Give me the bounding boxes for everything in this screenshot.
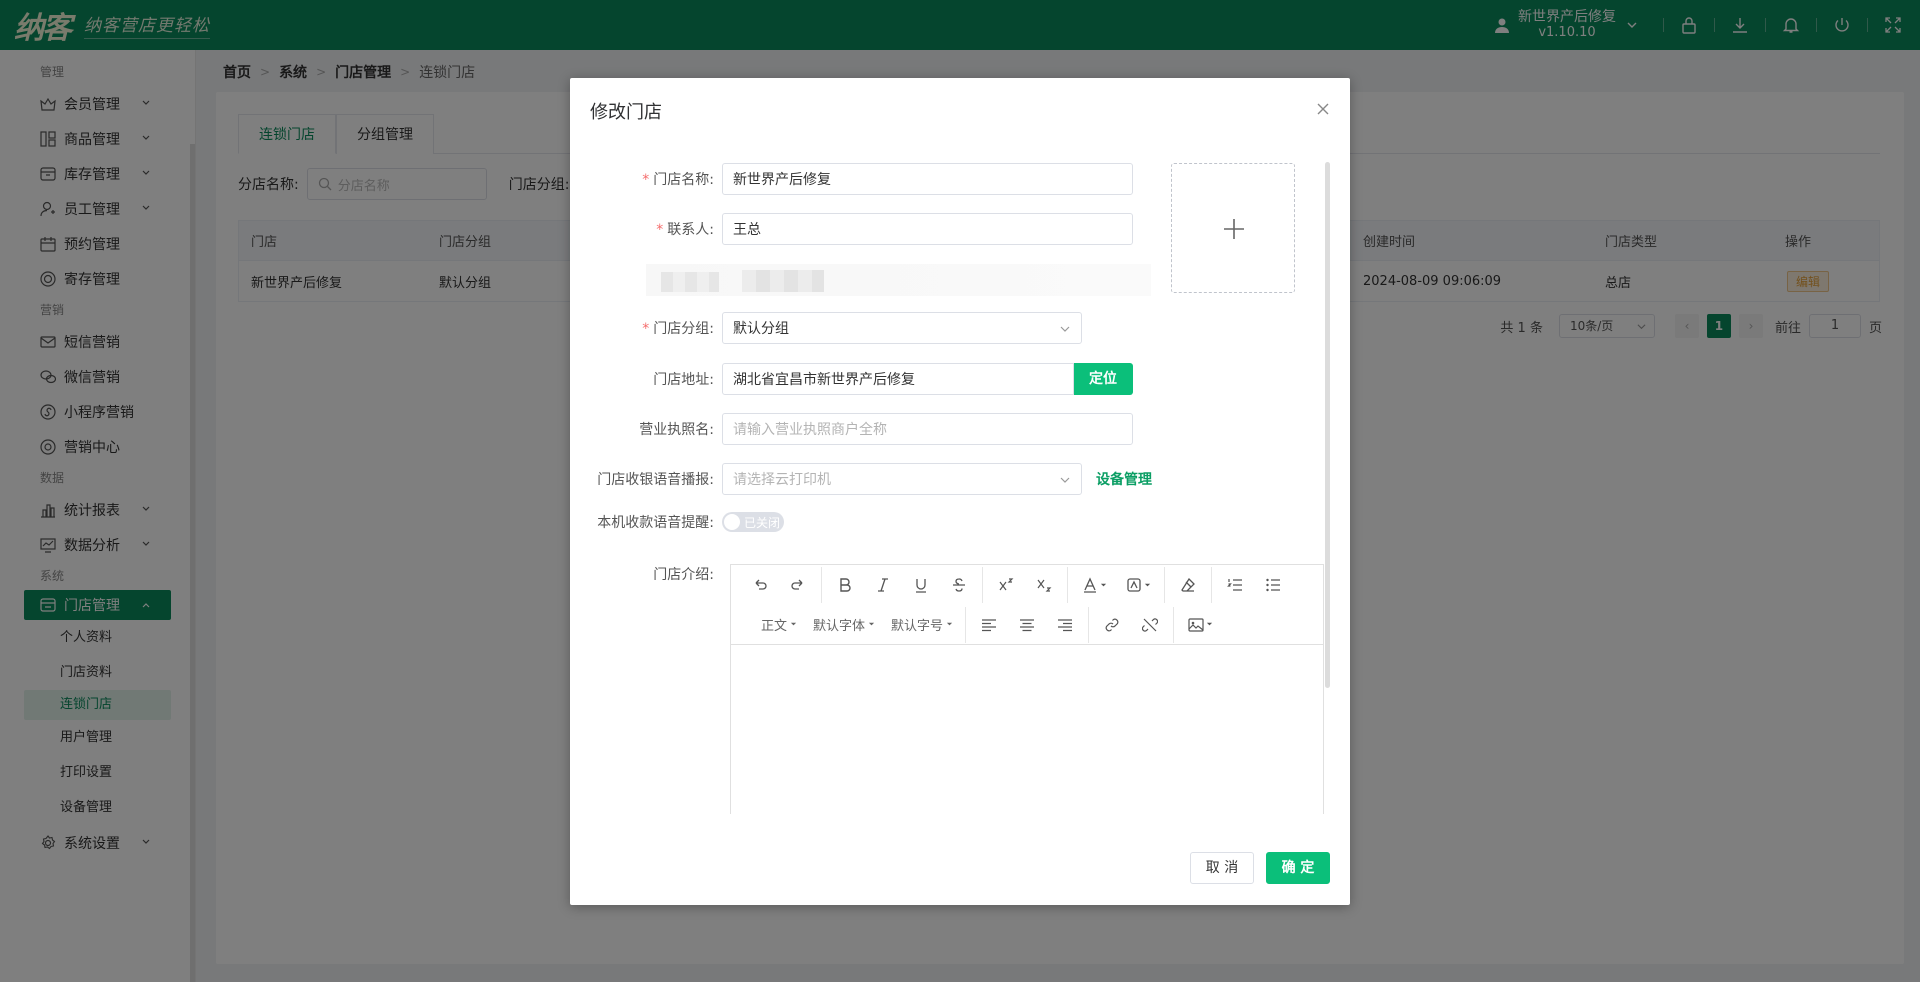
cancel-button[interactable]: 取 消 — [1190, 852, 1254, 884]
align-right-icon[interactable] — [1046, 613, 1084, 637]
font-color-icon[interactable] — [1072, 573, 1116, 597]
font-size-select[interactable]: 默认字号 — [883, 615, 961, 634]
voice-broadcast-label: 门店收银语音播报: — [597, 472, 714, 488]
bold-icon[interactable] — [826, 573, 864, 597]
local-voice-label: 本机收款语音提醒: — [597, 515, 714, 531]
rich-text-editor: 正文 默认字体 默认字号 — [730, 564, 1324, 814]
chevron-down-icon — [1060, 326, 1070, 332]
confirm-button[interactable]: 确 定 — [1266, 852, 1330, 884]
store-name-input[interactable]: 新世界产后修复 — [722, 163, 1133, 195]
bullet-list-icon[interactable] — [1254, 573, 1292, 597]
store-group-label: * 门店分组: — [642, 321, 714, 337]
undo-icon[interactable] — [741, 573, 779, 597]
device-management-link[interactable]: 设备管理 — [1096, 469, 1152, 489]
editor-content-area[interactable] — [731, 645, 1323, 815]
superscript-icon[interactable] — [987, 573, 1025, 597]
locate-button[interactable]: 定位 — [1073, 363, 1133, 395]
dialog-scrollbar[interactable] — [1325, 162, 1330, 688]
font-family-select[interactable]: 默认字体 — [805, 615, 883, 634]
link-icon[interactable] — [1093, 613, 1131, 637]
intro-label: 门店介绍: — [653, 567, 714, 583]
close-icon[interactable] — [1316, 102, 1330, 116]
image-upload[interactable] — [1171, 163, 1295, 293]
contact-input[interactable]: 王总 — [722, 213, 1133, 245]
redacted-row — [646, 264, 1151, 296]
license-label: 营业执照名: — [639, 422, 714, 438]
background-color-icon[interactable] — [1116, 573, 1160, 597]
chevron-down-icon — [1060, 477, 1070, 483]
editor-toolbar-2: 正文 默认字体 默认字号 — [731, 605, 1323, 645]
unlink-icon[interactable] — [1131, 613, 1169, 637]
dialog-title: 修改门店 — [590, 102, 662, 123]
strikethrough-icon[interactable] — [940, 573, 978, 597]
underline-icon[interactable] — [902, 573, 940, 597]
contact-label: * 联系人: — [656, 222, 714, 238]
eraser-icon[interactable] — [1169, 573, 1207, 597]
ordered-list-icon[interactable] — [1216, 573, 1254, 597]
paragraph-select[interactable]: 正文 — [741, 615, 805, 634]
italic-icon[interactable] — [864, 573, 902, 597]
edit-store-dialog: 修改门店 * 门店名称: 新世界产后修复 * 联系人: 王总 * 门店分组: 默认分组… — [570, 78, 1350, 905]
address-label: 门店地址: — [653, 372, 714, 388]
plus-icon — [1224, 219, 1244, 239]
store-name-label: * 门店名称: — [642, 172, 714, 188]
align-center-icon[interactable] — [1008, 613, 1046, 637]
subscript-icon[interactable] — [1025, 573, 1063, 597]
image-icon[interactable] — [1178, 613, 1222, 637]
license-input[interactable]: 请输入营业执照商户全称 — [722, 413, 1133, 445]
voice-reminder-toggle[interactable]: 已关闭 — [722, 512, 784, 532]
store-group-select[interactable]: 默认分组 — [722, 312, 1082, 344]
address-input[interactable]: 湖北省宜昌市新世界产后修复 — [722, 363, 1074, 395]
cloud-printer-select[interactable]: 请选择云打印机 — [722, 463, 1082, 495]
editor-toolbar — [731, 565, 1323, 605]
redo-icon[interactable] — [779, 573, 817, 597]
align-left-icon[interactable] — [970, 613, 1008, 637]
